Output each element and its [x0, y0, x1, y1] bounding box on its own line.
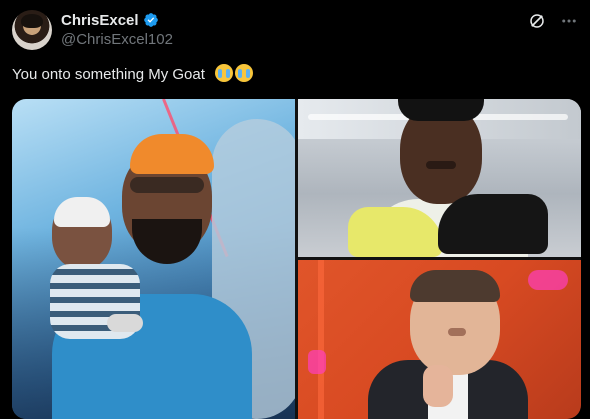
display-name-row: ChrisExcel [61, 10, 173, 30]
verified-badge-icon [143, 13, 158, 27]
photo-bottom-right-man-gesturing[interactable] [298, 260, 581, 419]
tweet-text: You onto something My Goat [12, 64, 254, 83]
photo-left-man-holding-baby[interactable] [12, 99, 295, 419]
handle[interactable]: @ChrisExcel102 [61, 31, 173, 48]
avatar[interactable] [12, 10, 52, 50]
tweet-actions [528, 12, 578, 30]
display-name[interactable]: ChrisExcel [61, 12, 139, 29]
loudly-crying-face-icon [215, 64, 234, 82]
grok-icon[interactable] [528, 12, 546, 30]
more-icon[interactable] [560, 12, 578, 30]
tweet-header: ChrisExcel @ChrisExcel102 [12, 10, 578, 50]
photo-top-right-man-with-shoes[interactable] [298, 99, 581, 257]
author-names: ChrisExcel @ChrisExcel102 [61, 10, 173, 49]
tweet-text-content: You onto something My Goat [12, 66, 205, 83]
media-grid [12, 99, 581, 419]
loudly-crying-face-icon [235, 64, 254, 82]
